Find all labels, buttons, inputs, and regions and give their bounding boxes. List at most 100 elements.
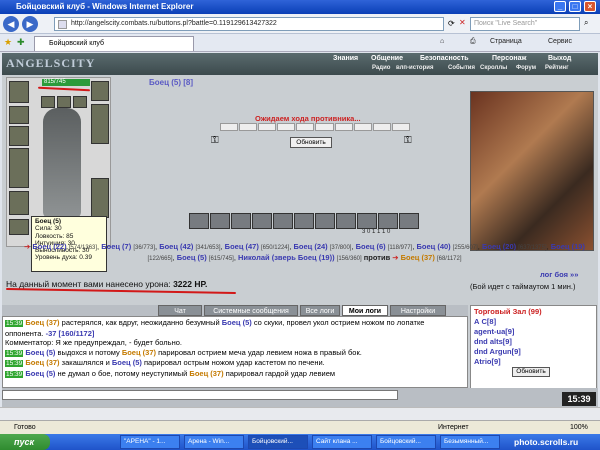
chat-fighter[interactable]: Боец (37) — [25, 318, 59, 327]
skill-slot[interactable] — [273, 213, 293, 229]
submenu-radio[interactable]: Радио — [372, 65, 390, 71]
skill-slot[interactable] — [399, 213, 419, 229]
tab-active[interactable]: Бойцовский клуб — [34, 36, 194, 51]
submenu-rating[interactable]: Рейтинг — [545, 65, 569, 71]
close-button[interactable]: × — [584, 1, 596, 12]
skill-slot[interactable] — [336, 213, 356, 229]
chat-fighter[interactable]: Боец (5) — [25, 369, 55, 378]
roster-user[interactable]: Atrio[9] — [474, 357, 593, 367]
search-input[interactable]: Поиск "Live Search" — [470, 17, 580, 31]
taskbar-item[interactable]: Арена - Win... — [184, 435, 244, 449]
fighter-link[interactable]: Боец (40) — [416, 242, 450, 251]
tools-menu[interactable]: Сервис — [548, 38, 572, 45]
menu-security[interactable]: Безопасность — [420, 55, 469, 62]
roster-user[interactable]: agent-ua[9] — [474, 327, 593, 337]
ring-slot-2[interactable] — [57, 96, 71, 108]
player-avatar[interactable] — [43, 108, 81, 218]
ring-slot-3[interactable] — [73, 96, 87, 108]
fight-log-link[interactable]: лог боя »» — [540, 270, 578, 279]
refresh-battle-button[interactable]: Обновить — [290, 137, 332, 148]
opponent-portrait[interactable] — [470, 91, 594, 251]
minimize-button[interactable]: _ — [554, 1, 566, 12]
skill-slot[interactable] — [210, 213, 230, 229]
submenu-scrolls[interactable]: Скроллы — [480, 65, 507, 71]
forward-button[interactable]: ▶ — [22, 16, 38, 32]
home-icon[interactable]: ⌂ — [440, 38, 444, 45]
taskbar-item[interactable]: Бойцовский... — [376, 435, 436, 449]
boots-slot[interactable] — [91, 178, 109, 218]
taskbar-item[interactable]: Безымянный... — [440, 435, 500, 449]
chat-input[interactable] — [2, 390, 398, 400]
fighter-link[interactable]: Николай (зверь Боец (19)) — [238, 253, 335, 262]
roster-user[interactable]: dnd Argun[9] — [474, 347, 593, 357]
skill-slot[interactable] — [252, 213, 272, 229]
skill-slot[interactable] — [357, 213, 377, 229]
status-zoom[interactable]: 100% — [570, 421, 588, 434]
skill-slot[interactable] — [378, 213, 398, 229]
start-button[interactable]: пуск — [0, 434, 50, 450]
chat-fighter[interactable]: Боец (37) — [189, 369, 223, 378]
skill-slot[interactable] — [294, 213, 314, 229]
refresh-icon[interactable]: ⟳ — [448, 19, 455, 28]
helmet-slot[interactable] — [9, 81, 29, 103]
search-icon[interactable]: ⌕ — [584, 18, 588, 28]
submenu-forum[interactable]: Форум — [516, 65, 536, 71]
roster-user[interactable]: А С[8] — [474, 317, 593, 327]
fighter-link[interactable]: Боец (22) — [32, 242, 66, 251]
shield-slot[interactable] — [91, 104, 109, 144]
add-favorites-icon[interactable]: ✚ — [17, 37, 25, 48]
fighter-link[interactable]: Боец (6) — [356, 242, 386, 251]
fighter-link[interactable]: Боец (19) — [551, 242, 585, 251]
fighter-link[interactable]: Боец (24) — [293, 242, 327, 251]
tab-all-logs[interactable]: Все логи — [300, 305, 340, 316]
fighter-link[interactable]: Боец (7) — [101, 242, 131, 251]
fighter-link[interactable]: Боец (20) — [482, 242, 516, 251]
game-frame: ANGELSCITY Знания Общение Безопасность П… — [2, 53, 598, 407]
gloves-slot[interactable] — [91, 81, 109, 101]
fighter-link[interactable]: Боец (47) — [225, 242, 259, 251]
necklace-slot[interactable] — [9, 126, 29, 146]
chat-fighter[interactable]: Боец (5) — [25, 348, 55, 357]
submenu-events[interactable]: События — [448, 65, 475, 71]
submenu-history[interactable]: влп-история — [396, 65, 433, 71]
chat-fighter[interactable]: Боец (5) — [222, 318, 252, 327]
back-button[interactable]: ◀ — [3, 16, 19, 32]
url-input[interactable]: http://angelscity.combats.ru/buttons.pl?… — [54, 17, 444, 31]
skill-slot[interactable] — [189, 213, 209, 229]
chat-fighter[interactable]: Боец (37) — [25, 358, 59, 367]
roster-refresh-button[interactable]: Обновить — [512, 367, 550, 377]
chat-fighter[interactable]: Боец (5) — [112, 358, 142, 367]
tab-my-logs[interactable]: Мои логи — [342, 305, 388, 316]
belt-slot[interactable] — [9, 219, 29, 235]
tab-system-messages[interactable]: Системные сообщения — [204, 305, 298, 316]
print-icon[interactable]: ⎙ — [470, 38, 476, 46]
fighter-link[interactable]: Боец (37) — [401, 253, 435, 262]
menu-character[interactable]: Персонаж — [492, 55, 526, 62]
fighter-hp: [574/1363] — [68, 245, 98, 251]
watermark: photo.scrolls.ru — [514, 437, 579, 447]
fighter-link[interactable]: Боец (42) — [159, 242, 193, 251]
tab-settings[interactable]: Настройки — [390, 305, 446, 316]
fighter-link[interactable]: Боец (5) — [177, 253, 207, 262]
taskbar-item[interactable]: Бойцовский... — [248, 435, 308, 449]
menu-exit[interactable]: Выход — [548, 55, 571, 62]
ring-slot-1[interactable] — [41, 96, 55, 108]
page-menu[interactable]: Страница — [490, 38, 522, 45]
tab-chat[interactable]: Чат — [158, 305, 202, 316]
favorites-star-icon[interactable]: ★ — [4, 37, 12, 48]
opponent-name[interactable]: Боец (5) [8] — [149, 78, 193, 87]
weapon-slot[interactable] — [9, 148, 29, 188]
armor-slot[interactable] — [9, 191, 29, 215]
roster-user[interactable]: dnd alts[9] — [474, 337, 593, 347]
taskbar-item[interactable]: Сайт клана ... — [312, 435, 372, 449]
earring-slot[interactable] — [9, 106, 29, 124]
fighter-hp: [637/1375] — [518, 245, 547, 251]
menu-knowledge[interactable]: Знания — [333, 55, 358, 62]
stop-icon[interactable]: ✕ — [459, 18, 466, 27]
skill-slot[interactable] — [315, 213, 335, 229]
skill-slot[interactable] — [231, 213, 251, 229]
chat-fighter[interactable]: Боец (37) — [122, 348, 156, 357]
taskbar-item[interactable]: "АРЕНА" - 1... — [120, 435, 180, 449]
menu-communication[interactable]: Общение — [371, 55, 403, 62]
maximize-button[interactable]: □ — [569, 1, 581, 12]
